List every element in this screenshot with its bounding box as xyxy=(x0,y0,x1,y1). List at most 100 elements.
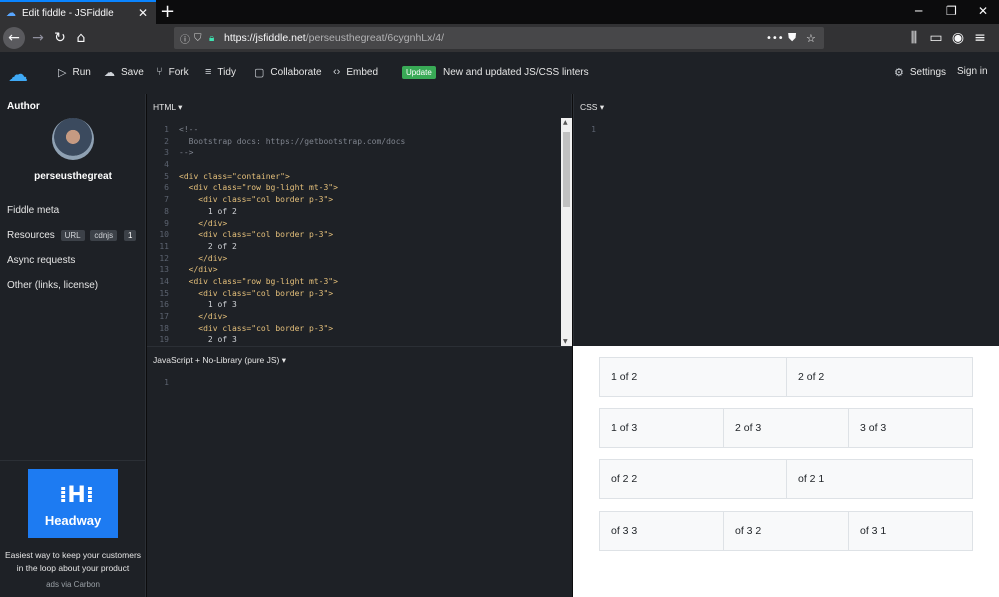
more-icon[interactable]: ••• xyxy=(766,33,784,44)
sign-in-link[interactable]: Sign in xyxy=(957,66,988,77)
fork-button[interactable]: ⑂ Fork xyxy=(156,66,189,78)
code-line: 13 </div> xyxy=(147,264,405,276)
settings-button[interactable]: ⚙ Settings xyxy=(894,66,946,79)
code-line: 11 2 of 2 xyxy=(147,241,405,253)
menu-icon[interactable]: ≡ xyxy=(969,27,991,49)
sign-in-label: Sign in xyxy=(957,66,988,77)
line-number: 4 xyxy=(164,160,169,170)
close-window-icon[interactable]: ✕ xyxy=(978,4,988,18)
scroll-thumb[interactable] xyxy=(563,132,570,207)
code-text: <div class="col border p-3"> xyxy=(179,288,334,298)
code-text: 2 of 2 xyxy=(179,241,237,251)
code-line: 19 2 of 3 xyxy=(147,334,405,346)
scroll-down-icon[interactable]: ▼ xyxy=(563,338,568,345)
fork-icon: ⑂ xyxy=(156,66,163,78)
sidebar-item-other[interactable]: Other (links, license) xyxy=(7,280,98,291)
scroll-up-icon[interactable]: ▲ xyxy=(563,119,568,126)
line-number: 1 xyxy=(164,125,169,134)
account-icon[interactable]: ◉ xyxy=(947,27,969,49)
result-cell: of 2 1 xyxy=(786,459,973,499)
library-icon[interactable]: ⫼ xyxy=(903,27,925,49)
ad-image[interactable]: ⁞H⁞ Headway xyxy=(28,469,118,538)
code-line: 7 <div class="col border p-3"> xyxy=(147,194,405,206)
js-code-editor[interactable]: 1 xyxy=(147,377,179,389)
line-number: 12 xyxy=(159,253,169,263)
restore-icon[interactable]: ❐ xyxy=(946,4,957,18)
sidebar-item-fiddle-meta[interactable]: Fiddle meta xyxy=(7,205,59,216)
html-editor-scrollbar[interactable]: ▲ ▼ xyxy=(561,118,572,346)
code-text: <div class="container"> xyxy=(179,171,290,181)
code-icon: ‹› xyxy=(333,66,341,78)
save-button[interactable]: ☁ Save xyxy=(104,66,144,79)
css-code-editor[interactable]: 1 xyxy=(574,124,606,136)
html-pane-label[interactable]: HTML ▾ xyxy=(153,102,182,113)
shield-icon[interactable]: ⛉ xyxy=(194,33,202,44)
info-icon[interactable]: ⓘ xyxy=(180,31,190,46)
back-icon[interactable]: ← xyxy=(3,27,25,49)
run-label: Run xyxy=(72,67,91,78)
run-button[interactable]: ▷ Run xyxy=(58,66,91,79)
play-icon: ▷ xyxy=(58,67,67,79)
code-line: 10 <div class="col border p-3"> xyxy=(147,229,405,241)
url-bar[interactable]: ⓘ ⛉ 🔒︎ https://jsfiddle.net/perseusthegr… xyxy=(174,27,824,49)
css-pane-label[interactable]: CSS ▾ xyxy=(580,102,604,113)
new-tab-icon[interactable]: + xyxy=(160,1,175,22)
pocket-icon[interactable]: ⛊ xyxy=(788,31,796,45)
line-number: 10 xyxy=(159,230,169,240)
username[interactable]: perseusthegreat xyxy=(0,171,146,182)
close-tab-icon[interactable]: ✕ xyxy=(138,6,148,20)
code-line: 18 <div class="col border p-3"> xyxy=(147,323,405,335)
home-icon[interactable]: ⌂ xyxy=(70,27,92,49)
html-code-editor[interactable]: 1 <!-- 2 Bootstrap docs: https://getbootst… xyxy=(147,124,405,346)
reload-icon[interactable]: ↻ xyxy=(49,27,71,49)
line-number: 16 xyxy=(159,300,169,310)
chat-icon: ▢ xyxy=(254,67,265,79)
result-pane: 1 of 2 2 of 2 1 of 3 2 of 3 3 of 3 of 2 … xyxy=(573,346,999,597)
cdnjs-pill: cdnjs xyxy=(90,230,118,241)
sidebar: Author perseusthegreat Fiddle meta Resou… xyxy=(0,94,146,597)
code-line: 2 Bootstrap docs: https://getbootstrap.c… xyxy=(147,136,405,148)
result-cell: of 3 2 xyxy=(723,511,849,551)
sidebar-item-async[interactable]: Async requests xyxy=(7,255,75,266)
line-number: 1 xyxy=(591,125,596,134)
tidy-button[interactable]: ≡ Tidy xyxy=(205,66,236,78)
minimize-icon[interactable]: ─ xyxy=(915,4,922,18)
tidy-icon: ≡ xyxy=(205,66,212,78)
update-text[interactable]: New and updated JS/CSS linters xyxy=(443,67,589,78)
result-cell: of 2 2 xyxy=(599,459,787,499)
sidebar-toggle-icon[interactable]: ▭ xyxy=(925,27,947,49)
code-text: </div> xyxy=(179,265,218,275)
sidebar-item-resources[interactable]: Resources URL cdnjs xyxy=(7,230,118,241)
embed-label: Embed xyxy=(346,66,379,78)
result-row: 1 of 2 2 of 2 xyxy=(599,357,973,397)
line-number: 5 xyxy=(164,171,169,181)
code-line: 16 1 of 3 xyxy=(147,299,405,311)
avatar[interactable] xyxy=(52,118,94,160)
embed-button[interactable]: ‹› Embed xyxy=(333,66,378,78)
url-pill: URL xyxy=(60,230,85,241)
browser-tab[interactable]: ☁ Edit fiddle - JSFiddle ✕ xyxy=(0,0,156,24)
code-text: 2 of 3 xyxy=(179,335,237,345)
code-line: 6 <div class="row bg-light mt-3"> xyxy=(147,182,405,194)
collaborate-button[interactable]: ▢ Collaborate xyxy=(254,66,322,79)
code-text: --> xyxy=(179,148,194,158)
cloud-favicon-icon: ☁ xyxy=(6,7,16,19)
js-pane-label[interactable]: JavaScript + No-Library (pure JS) ▾ xyxy=(153,355,286,366)
result-cell: 2 of 2 xyxy=(786,357,973,397)
forward-icon[interactable]: → xyxy=(27,27,49,49)
divider xyxy=(0,460,145,461)
jsfiddle-logo-icon[interactable]: ☁ xyxy=(8,62,28,86)
line-number: 8 xyxy=(164,206,169,216)
code-text: 1 of 3 xyxy=(179,300,237,310)
result-cell: of 3 1 xyxy=(848,511,973,551)
tidy-label: Tidy xyxy=(217,66,236,78)
bookmark-star-icon[interactable]: ☆ xyxy=(806,32,816,45)
ad-via[interactable]: ads via Carbon xyxy=(0,580,146,589)
line-number: 1 xyxy=(164,378,169,387)
result-cell: of 3 3 xyxy=(599,511,724,551)
code-line: 5 <div class="container"> xyxy=(147,171,405,183)
line-number: 2 xyxy=(164,136,169,146)
code-line: 14 <div class="row bg-light mt-3"> xyxy=(147,276,405,288)
code-text: <div class="col border p-3"> xyxy=(179,195,334,205)
ad-copy[interactable]: Easiest way to keep your customers in th… xyxy=(4,549,142,575)
